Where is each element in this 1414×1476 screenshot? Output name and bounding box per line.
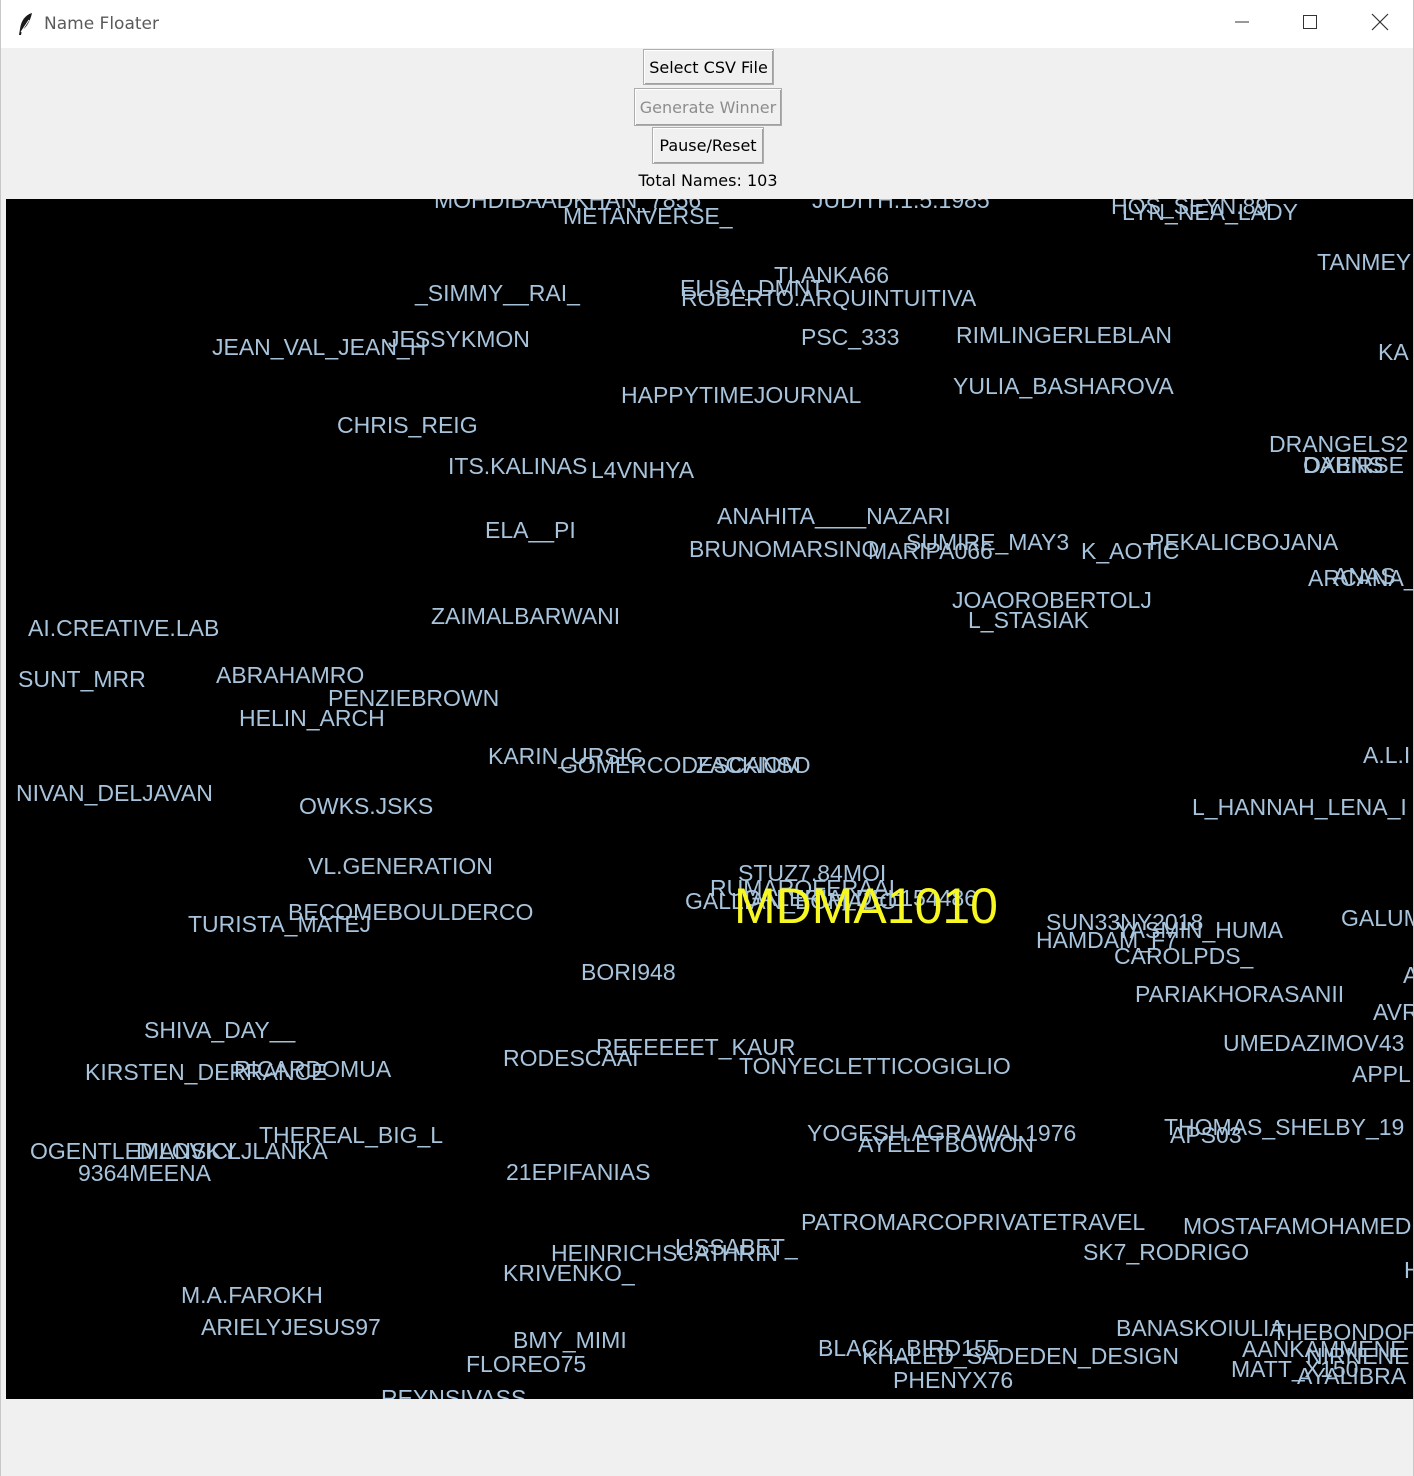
floating-name: NIVAN_DELJAVAN xyxy=(16,780,213,806)
floating-name: RIMLINGERLEBLAN xyxy=(956,322,1173,348)
floating-name: HAPPYTIMEJOURNAL xyxy=(621,382,862,408)
minimize-button[interactable] xyxy=(1207,0,1277,48)
floating-name: FLOREO75 xyxy=(466,1351,587,1377)
floating-name: PSC_333 xyxy=(801,324,900,350)
floating-name: MOSTAFAMOHAMED xyxy=(1183,1213,1412,1239)
floating-name: APPL xyxy=(1352,1061,1411,1087)
floating-name: CHRIS_REIG xyxy=(337,412,478,438)
floating-name: REYNSIVASS xyxy=(381,1385,527,1400)
generate-winner-button[interactable]: Generate Winner xyxy=(634,88,782,126)
floating-name: A.L.I xyxy=(1363,742,1411,768)
maximize-button[interactable] xyxy=(1275,0,1345,48)
floating-name: KRIVENKO_ xyxy=(503,1260,635,1286)
floating-name: L_STASIAK xyxy=(968,607,1090,633)
pause-reset-button[interactable]: Pause/Reset xyxy=(652,127,764,164)
floating-name: ITS.KALINAS xyxy=(448,453,588,479)
floating-name: LYN_NEA_LADY xyxy=(1122,199,1298,225)
floating-name: PATROMARCOPRIVATETRAVEL xyxy=(801,1209,1146,1235)
floating-name: PEKALICBOJANA xyxy=(1149,529,1339,555)
floating-name: AI.CREATIVE.LAB xyxy=(28,615,220,641)
maximize-icon xyxy=(1302,14,1318,34)
floating-name: ARIELYJESUS97 xyxy=(201,1314,381,1340)
close-icon xyxy=(1371,13,1389,35)
floating-name: ANAHITA____NAZARI xyxy=(717,503,951,529)
floating-name: AYALIBRA xyxy=(1297,1363,1407,1389)
floating-name: L4VNHYA xyxy=(591,457,695,483)
winner-name: MDMA1010 xyxy=(734,878,998,934)
floating-name: ANAS xyxy=(1333,563,1396,589)
floating-name: KA xyxy=(1378,339,1409,365)
floating-name: BMY_MIMI xyxy=(513,1327,627,1353)
floating-name: TANMEY xyxy=(1317,249,1412,275)
floating-name: OWKS.JSKS xyxy=(299,793,434,819)
floating-name: HELIN_ARCH xyxy=(239,705,385,731)
title-bar[interactable]: Name Floater xyxy=(1,0,1413,48)
floating-name: BRUNOMARSINO xyxy=(689,536,880,562)
window-title: Name Floater xyxy=(44,14,159,34)
floating-name: SHIVA_DAY__ xyxy=(144,1017,296,1043)
floating-name: METANVERSE_ xyxy=(563,203,733,229)
floating-name: 21EPIFANIAS xyxy=(506,1159,651,1185)
floating-name: ZACKIOM xyxy=(696,752,801,778)
floating-name: YASMIN_HUMA xyxy=(1116,917,1283,943)
floating-name: AVR xyxy=(1373,999,1413,1025)
floating-name: JUDITH.1.5.1985 xyxy=(812,199,990,213)
floating-name: M.A.FAROKH xyxy=(181,1282,323,1308)
floating-name: YULIA_BASHAROVA xyxy=(953,373,1174,399)
floating-name: JESSYKMON xyxy=(388,326,530,352)
floating-name: A xyxy=(1403,962,1413,988)
floating-name: SUNT_MRR xyxy=(18,666,146,692)
floating-name: ELA__PI xyxy=(485,517,576,543)
floating-name: SK7_RODRIGO xyxy=(1083,1239,1250,1265)
floating-name: BORI948 xyxy=(581,959,676,985)
floating-name: ZAIMALBARWANI xyxy=(431,603,621,629)
floating-name: KHALED_SADEDEN_DESIGN xyxy=(862,1343,1179,1369)
floating-name: L_HANNAH_LENA_I xyxy=(1192,794,1407,820)
minimize-icon xyxy=(1234,14,1250,34)
floating-name: _SIMMY__RAI_ xyxy=(415,280,580,306)
floating-name: 9364MEENA xyxy=(78,1160,211,1186)
floating-name: AYELETBOWON xyxy=(858,1131,1034,1157)
floating-name: BECOMEBOULDERCO xyxy=(288,899,534,925)
floating-name: ABRAHAMRO xyxy=(216,662,365,688)
toolbar: Select CSV File Generate Winner Pause/Re… xyxy=(1,48,1413,199)
feather-icon xyxy=(17,12,35,36)
app-window: Name Floater Select CSV File Generate Wi… xyxy=(0,0,1414,1476)
close-button[interactable] xyxy=(1345,0,1414,48)
floating-name: APS03 xyxy=(1170,1122,1242,1148)
floating-name: CAROLPDS_ xyxy=(1114,943,1254,969)
select-csv-button[interactable]: Select CSV File xyxy=(643,49,774,85)
name-canvas[interactable]: MOHDIBAADKHAN_7856 METANVERSE_ JUDITH.1.5.… xyxy=(6,199,1413,1399)
floating-name: DABIRSE xyxy=(1303,452,1404,478)
floating-name: VL.GENERATION xyxy=(308,853,493,879)
floating-name: SUMIRE_MAY3 xyxy=(906,529,1070,555)
floating-name: PHENYX76 xyxy=(893,1367,1014,1393)
floating-name: TONYECLETTICOGIGLIO xyxy=(739,1053,1011,1079)
total-names-label: Total Names: 103 xyxy=(638,171,778,190)
floating-name: UMEDAZIMOV43 xyxy=(1223,1030,1405,1056)
floating-name: LISSABET_ xyxy=(675,1234,798,1260)
floating-name: GALUM xyxy=(1341,905,1413,931)
floating-name: PARIAKHORASANII xyxy=(1135,981,1345,1007)
floating-name: ROBERTO.ARQUINTUITIVA xyxy=(681,285,977,311)
floating-name: H xyxy=(1404,1257,1413,1283)
window-footer xyxy=(1,1399,1413,1476)
floating-name: RICARDOMUA xyxy=(234,1056,392,1082)
